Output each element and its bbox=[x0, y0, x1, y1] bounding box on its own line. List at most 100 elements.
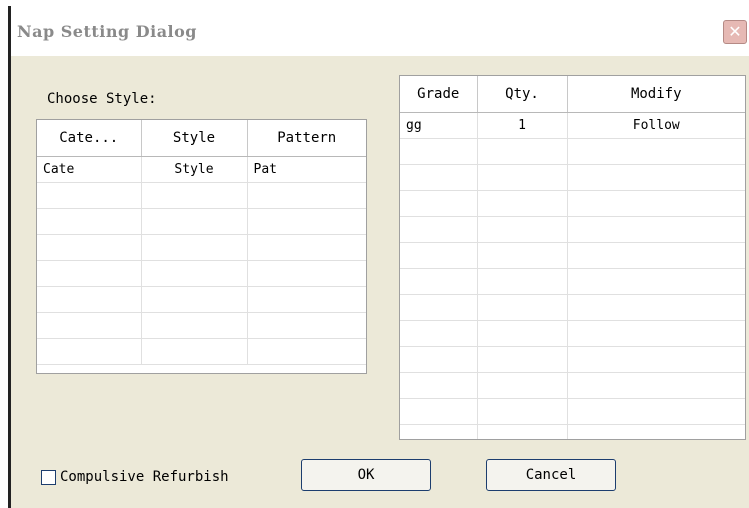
table-cell[interactable] bbox=[477, 216, 568, 243]
table-cell[interactable] bbox=[400, 216, 478, 243]
table-cell[interactable] bbox=[567, 242, 745, 269]
table-cell[interactable] bbox=[477, 190, 568, 217]
style-grid-header: Cate... Style Pattern bbox=[37, 120, 366, 157]
table-cell[interactable] bbox=[141, 234, 248, 261]
column-header-style[interactable]: Style bbox=[141, 120, 248, 157]
ok-button[interactable]: OK bbox=[301, 459, 431, 491]
table-row[interactable] bbox=[37, 182, 366, 209]
table-cell[interactable]: Style bbox=[141, 156, 248, 183]
table-cell[interactable] bbox=[400, 164, 478, 191]
table-cell[interactable] bbox=[567, 320, 745, 347]
table-cell[interactable] bbox=[37, 260, 142, 287]
table-cell[interactable] bbox=[37, 182, 142, 209]
grade-grid[interactable]: Grade Qty. Modify gg 1 Follow bbox=[399, 75, 746, 440]
table-row[interactable] bbox=[400, 398, 745, 425]
table-row[interactable] bbox=[400, 190, 745, 217]
table-row[interactable] bbox=[37, 260, 366, 287]
table-row[interactable] bbox=[400, 216, 745, 243]
table-cell[interactable] bbox=[141, 182, 248, 209]
table-cell[interactable] bbox=[247, 286, 366, 313]
table-row[interactable] bbox=[37, 208, 366, 235]
table-cell[interactable] bbox=[477, 164, 568, 191]
table-cell[interactable] bbox=[567, 346, 745, 373]
table-cell[interactable]: 1 bbox=[477, 112, 568, 139]
table-row[interactable] bbox=[37, 312, 366, 339]
table-row[interactable] bbox=[37, 338, 366, 365]
column-header-category[interactable]: Cate... bbox=[37, 120, 142, 157]
table-cell[interactable] bbox=[400, 294, 478, 321]
table-cell[interactable] bbox=[247, 312, 366, 339]
table-row[interactable] bbox=[400, 372, 745, 399]
table-row[interactable] bbox=[400, 320, 745, 347]
table-row[interactable] bbox=[400, 138, 745, 165]
table-cell[interactable] bbox=[247, 260, 366, 287]
table-row[interactable] bbox=[37, 234, 366, 261]
table-cell[interactable] bbox=[477, 424, 568, 439]
table-cell[interactable]: Cate bbox=[37, 156, 142, 183]
table-cell[interactable] bbox=[247, 338, 366, 365]
table-cell[interactable] bbox=[477, 398, 568, 425]
table-cell[interactable] bbox=[477, 242, 568, 269]
table-row[interactable] bbox=[400, 424, 745, 439]
cancel-button[interactable]: Cancel bbox=[486, 459, 616, 491]
table-row[interactable]: gg 1 Follow bbox=[400, 112, 745, 139]
table-row[interactable] bbox=[400, 346, 745, 373]
table-cell[interactable] bbox=[477, 346, 568, 373]
table-cell[interactable] bbox=[247, 208, 366, 235]
table-cell[interactable] bbox=[477, 268, 568, 295]
table-cell[interactable] bbox=[400, 372, 478, 399]
table-cell[interactable] bbox=[477, 294, 568, 321]
title-bar: Nap Setting Dialog ✕ bbox=[11, 6, 749, 56]
table-cell[interactable] bbox=[37, 286, 142, 313]
table-cell[interactable] bbox=[400, 268, 478, 295]
table-cell[interactable] bbox=[567, 372, 745, 399]
table-cell[interactable] bbox=[567, 190, 745, 217]
table-cell[interactable] bbox=[567, 216, 745, 243]
table-cell[interactable] bbox=[141, 208, 248, 235]
table-row[interactable]: Cate Style Pat bbox=[37, 156, 366, 183]
table-cell[interactable] bbox=[567, 164, 745, 191]
table-cell[interactable] bbox=[477, 320, 568, 347]
table-row[interactable] bbox=[400, 268, 745, 295]
table-cell[interactable]: gg bbox=[400, 112, 478, 139]
table-cell[interactable] bbox=[37, 208, 142, 235]
table-cell[interactable] bbox=[567, 268, 745, 295]
table-cell[interactable] bbox=[400, 190, 478, 217]
column-header-pattern[interactable]: Pattern bbox=[247, 120, 366, 157]
compulsive-refurbish-option[interactable]: Compulsive Refurbish bbox=[41, 469, 229, 485]
table-cell[interactable]: Pat bbox=[247, 156, 366, 183]
table-cell[interactable] bbox=[567, 398, 745, 425]
table-cell[interactable] bbox=[37, 312, 142, 339]
table-row[interactable] bbox=[37, 286, 366, 313]
table-cell[interactable] bbox=[141, 286, 248, 313]
table-cell[interactable] bbox=[567, 294, 745, 321]
table-cell[interactable] bbox=[477, 372, 568, 399]
column-header-qty[interactable]: Qty. bbox=[477, 76, 568, 113]
compulsive-refurbish-label[interactable]: Compulsive Refurbish bbox=[60, 469, 229, 485]
table-cell[interactable] bbox=[37, 338, 142, 365]
table-cell[interactable] bbox=[247, 182, 366, 209]
table-cell[interactable] bbox=[141, 312, 248, 339]
table-cell[interactable] bbox=[400, 398, 478, 425]
table-cell[interactable]: Follow bbox=[567, 112, 745, 139]
table-cell[interactable] bbox=[141, 260, 248, 287]
table-cell[interactable] bbox=[400, 320, 478, 347]
table-cell[interactable] bbox=[567, 424, 745, 439]
style-grid[interactable]: Cate... Style Pattern Cate Style Pat bbox=[36, 119, 367, 374]
table-row[interactable] bbox=[400, 294, 745, 321]
table-cell[interactable] bbox=[141, 338, 248, 365]
table-cell[interactable] bbox=[477, 138, 568, 165]
table-row[interactable] bbox=[400, 242, 745, 269]
close-icon[interactable]: ✕ bbox=[723, 20, 747, 44]
table-cell[interactable] bbox=[567, 138, 745, 165]
column-header-modify[interactable]: Modify bbox=[567, 76, 745, 113]
table-cell[interactable] bbox=[400, 346, 478, 373]
table-cell[interactable] bbox=[400, 138, 478, 165]
table-row[interactable] bbox=[400, 164, 745, 191]
table-cell[interactable] bbox=[400, 424, 478, 439]
table-cell[interactable] bbox=[247, 234, 366, 261]
column-header-grade[interactable]: Grade bbox=[400, 76, 478, 113]
table-cell[interactable] bbox=[400, 242, 478, 269]
table-cell[interactable] bbox=[37, 234, 142, 261]
compulsive-refurbish-checkbox[interactable] bbox=[41, 469, 56, 485]
